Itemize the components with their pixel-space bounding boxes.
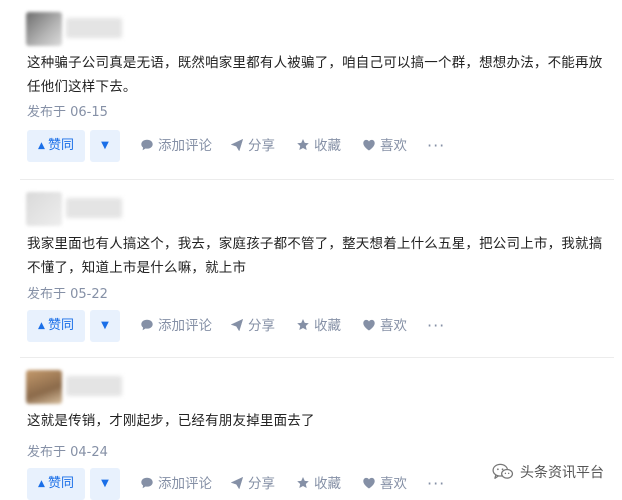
watermark-text: 头条资讯平台 <box>520 465 604 481</box>
author-info[interactable] <box>20 10 130 48</box>
add-comment-label: 添加评论 <box>158 476 212 492</box>
vote-down-button[interactable]: ▼ <box>90 310 120 342</box>
answer-list: 这种骗子公司真是无语，既然咱家里都有人被骗了，咱自己可以搞一个群，想想办法，不能… <box>0 0 622 500</box>
share-button[interactable]: 分享 <box>230 468 275 500</box>
avatar[interactable] <box>26 12 62 46</box>
author-name-blurred[interactable] <box>66 18 122 38</box>
avatar[interactable] <box>26 370 62 404</box>
speech-bubble-icon <box>141 319 153 331</box>
add-comment-label: 添加评论 <box>158 138 212 154</box>
triangle-down-icon: ▼ <box>101 140 109 151</box>
star-icon <box>297 477 309 488</box>
more-button[interactable]: ··· <box>427 310 445 342</box>
like-label: 喜欢 <box>380 476 407 492</box>
author-name-blurred[interactable] <box>66 198 122 218</box>
collect-label: 收藏 <box>314 476 341 492</box>
add-comment-button[interactable]: 添加评论 <box>140 310 212 342</box>
watermark: 头条资讯平台 <box>492 462 604 484</box>
heart-icon <box>363 477 375 489</box>
speech-bubble-icon <box>141 139 153 151</box>
publish-date: 发布于 06-15 <box>27 105 108 120</box>
share-label: 分享 <box>248 138 275 154</box>
avatar[interactable] <box>26 192 62 226</box>
add-comment-button[interactable]: 添加评论 <box>140 468 212 500</box>
more-button[interactable]: ··· <box>427 130 445 162</box>
triangle-up-icon: ▲ <box>38 321 45 331</box>
author-info[interactable] <box>20 190 130 228</box>
paper-plane-icon <box>231 139 243 151</box>
vote-up-label: 赞同 <box>47 476 74 491</box>
collect-label: 收藏 <box>314 318 341 334</box>
wechat-logo-icon <box>492 463 514 479</box>
publish-date: 发布于 05-22 <box>27 287 108 302</box>
publish-date: 发布于 04-24 <box>27 445 108 460</box>
star-icon <box>297 139 309 150</box>
share-button[interactable]: 分享 <box>230 130 275 162</box>
ellipsis-icon: ··· <box>427 474 446 493</box>
more-button[interactable]: ··· <box>427 468 445 500</box>
answer-item: 我家里面也有人搞这个，我去，家庭孩子都不管了，整天想着上什么五星，把公司上市，我… <box>0 180 622 358</box>
collect-button[interactable]: 收藏 <box>296 130 341 162</box>
answer-content: 我家里面也有人搞这个，我去，家庭孩子都不管了，整天想着上什么五星，把公司上市，我… <box>27 236 603 276</box>
action-bar: ▲ 赞同 ▼ 添加评论 分享 收藏 喜欢 ··· <box>27 130 622 162</box>
paper-plane-icon <box>231 319 243 331</box>
ellipsis-icon: ··· <box>427 136 446 155</box>
speech-bubble-icon <box>141 477 153 489</box>
vote-down-button[interactable]: ▼ <box>90 468 120 500</box>
answer-content: 这种骗子公司真是无语，既然咱家里都有人被骗了，咱自己可以搞一个群，想想办法，不能… <box>27 55 603 95</box>
vote-up-label: 赞同 <box>47 318 74 333</box>
like-label: 喜欢 <box>380 318 407 334</box>
vote-up-button[interactable]: ▲ 赞同 <box>27 468 85 500</box>
vote-up-label: 赞同 <box>47 138 74 153</box>
triangle-down-icon: ▼ <box>101 320 109 331</box>
triangle-down-icon: ▼ <box>101 478 109 489</box>
answer-item: 这种骗子公司真是无语，既然咱家里都有人被骗了，咱自己可以搞一个群，想想办法，不能… <box>0 0 622 180</box>
author-info[interactable] <box>20 368 130 406</box>
heart-icon <box>363 139 375 151</box>
vote-up-button[interactable]: ▲ 赞同 <box>27 310 85 342</box>
triangle-up-icon: ▲ <box>38 479 45 489</box>
answer-content: 这就是传销，才刚起步，已经有朋友掉里面去了 <box>27 413 315 429</box>
heart-icon <box>363 319 375 331</box>
vote-down-button[interactable]: ▼ <box>90 130 120 162</box>
ellipsis-icon: ··· <box>427 316 446 335</box>
collect-label: 收藏 <box>314 138 341 154</box>
vote-up-button[interactable]: ▲ 赞同 <box>27 130 85 162</box>
author-name-blurred[interactable] <box>66 376 122 396</box>
share-button[interactable]: 分享 <box>230 310 275 342</box>
action-bar: ▲ 赞同 ▼ 添加评论 分享 收藏 喜欢 ··· <box>27 310 622 342</box>
collect-button[interactable]: 收藏 <box>296 310 341 342</box>
share-label: 分享 <box>248 476 275 492</box>
collect-button[interactable]: 收藏 <box>296 468 341 500</box>
like-button[interactable]: 喜欢 <box>362 130 407 162</box>
like-button[interactable]: 喜欢 <box>362 310 407 342</box>
like-button[interactable]: 喜欢 <box>362 468 407 500</box>
add-comment-label: 添加评论 <box>158 318 212 334</box>
like-label: 喜欢 <box>380 138 407 154</box>
triangle-up-icon: ▲ <box>38 141 45 151</box>
paper-plane-icon <box>231 477 243 489</box>
add-comment-button[interactable]: 添加评论 <box>140 130 212 162</box>
star-icon <box>297 319 309 330</box>
share-label: 分享 <box>248 318 275 334</box>
